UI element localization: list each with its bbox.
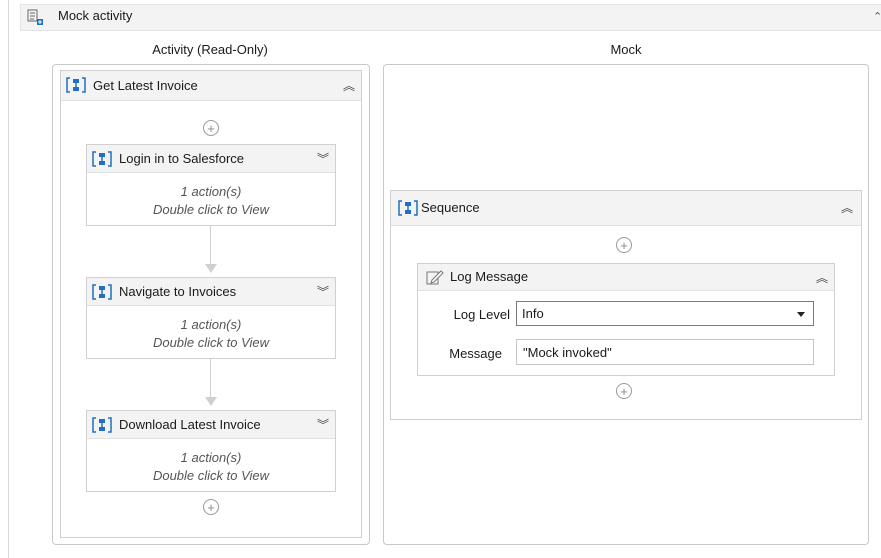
chevron-double-down-icon[interactable]: ︾	[317, 416, 329, 433]
add-activity-icon[interactable]: +	[616, 383, 632, 399]
flow-connector	[210, 359, 211, 399]
add-activity-icon[interactable]: +	[203, 120, 219, 136]
message-value: "Mock invoked"	[523, 345, 612, 360]
log-message-icon	[426, 269, 446, 285]
action-count: 1 action(s)	[180, 184, 242, 199]
log-level-label: Log Level	[453, 307, 510, 322]
action-count: 1 action(s)	[180, 317, 242, 332]
activity-summary: 1 action(s) Double click to View	[87, 439, 335, 485]
double-click-hint: Double click to View	[152, 468, 270, 483]
log-message-title: Log Message	[450, 269, 529, 284]
activity-header[interactable]: Download Latest Invoice ︾	[87, 411, 335, 439]
log-message-header[interactable]: Log Message ︽	[418, 264, 834, 291]
activity-login-salesforce[interactable]: Login in to Salesforce ︾ 1 action(s) Dou…	[86, 144, 336, 226]
chevron-double-down-icon[interactable]: ︾	[317, 150, 329, 167]
sequence-icon	[66, 77, 86, 93]
activity-summary: 1 action(s) Double click to View	[87, 306, 335, 352]
mock-column-title: Mock	[610, 42, 642, 57]
sequence-header[interactable]: Get Latest Invoice ︽	[61, 71, 361, 101]
log-level-select[interactable]: Info	[516, 301, 814, 326]
log-level-value: Info	[522, 306, 544, 321]
add-activity-icon[interactable]: +	[616, 237, 632, 253]
flow-arrow-icon	[205, 264, 217, 273]
message-input[interactable]: "Mock invoked"	[516, 339, 814, 365]
sequence-title: Get Latest Invoice	[93, 78, 198, 93]
mock-activity-header	[20, 4, 881, 31]
sequence-icon	[92, 417, 112, 433]
sequence-header[interactable]: Sequence ︽	[391, 191, 861, 226]
activity-title: Navigate to Invoices	[119, 284, 237, 299]
left-border	[8, 0, 9, 558]
sequence-icon	[398, 200, 418, 216]
sequence-icon	[92, 284, 112, 300]
chevron-double-up-icon[interactable]: ︽	[343, 77, 355, 94]
chevron-double-down-icon[interactable]: ︾	[317, 283, 329, 300]
activity-title: Download Latest Invoice	[119, 417, 261, 432]
mock-activity-title: Mock activity	[58, 8, 133, 23]
sequence-title: Sequence	[421, 200, 480, 215]
activity-download-invoice[interactable]: Download Latest Invoice ︾ 1 action(s) Do…	[86, 410, 336, 492]
flow-arrow-icon	[205, 397, 217, 406]
flow-connector	[210, 226, 211, 266]
activity-navigate-invoices[interactable]: Navigate to Invoices ︾ 1 action(s) Doubl…	[86, 277, 336, 359]
header-collapse-icon[interactable]: ⌃	[873, 10, 881, 23]
activity-header[interactable]: Navigate to Invoices ︾	[87, 278, 335, 306]
mock-activity-icon	[26, 8, 44, 26]
chevron-double-up-icon[interactable]: ︽	[816, 269, 828, 286]
add-activity-icon[interactable]: +	[203, 499, 219, 515]
dropdown-arrow-icon	[797, 312, 805, 317]
double-click-hint: Double click to View	[152, 202, 270, 217]
double-click-hint: Double click to View	[152, 335, 270, 350]
activity-header[interactable]: Login in to Salesforce ︾	[87, 145, 335, 173]
sequence-icon	[92, 151, 112, 167]
chevron-double-up-icon[interactable]: ︽	[841, 199, 853, 216]
message-label: Message	[449, 346, 502, 361]
activity-column-title: Activity (Read-Only)	[152, 42, 268, 57]
activity-title: Login in to Salesforce	[119, 151, 245, 166]
action-count: 1 action(s)	[180, 450, 242, 465]
activity-summary: 1 action(s) Double click to View	[87, 173, 335, 219]
